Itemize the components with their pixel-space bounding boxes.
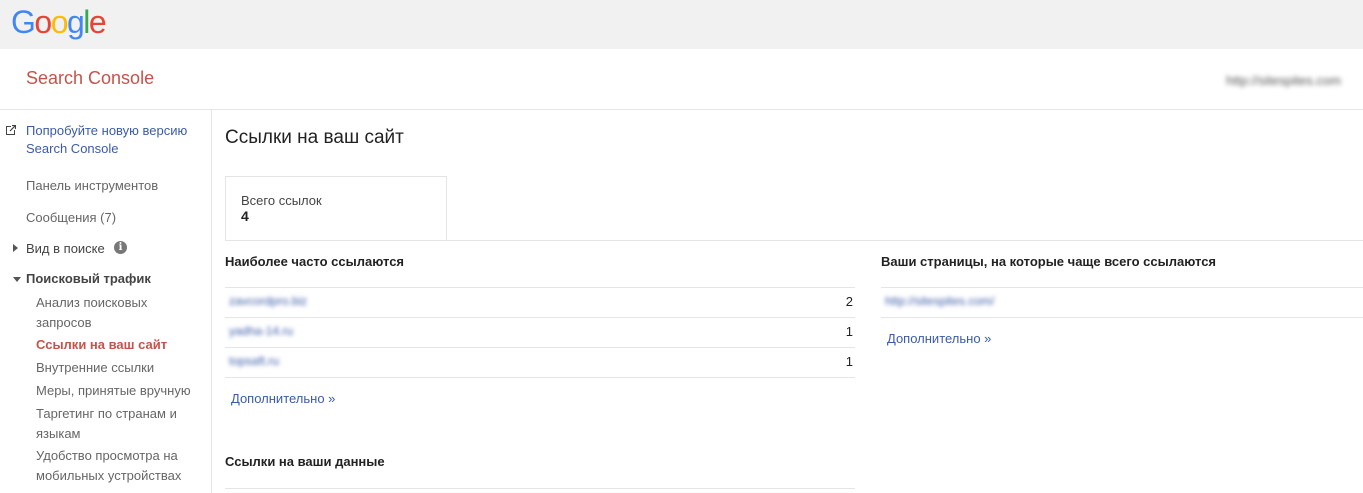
- app-bar: Search Console http://sitespites.com: [0, 49, 1363, 110]
- sidebar-subitem-mobile-usability[interactable]: Удобство просмотра на мобильных устройст…: [36, 446, 206, 486]
- sidebar-item-search-traffic[interactable]: Поисковый трафик: [26, 271, 151, 286]
- try-new-version-link[interactable]: Попробуйте новую версию Search Console: [26, 122, 206, 158]
- expand-down-icon[interactable]: [13, 277, 21, 282]
- linking-domain-link[interactable]: yadha-14.ru: [229, 324, 293, 338]
- page-title: Ссылки на ваш сайт: [225, 127, 404, 148]
- data-links-title: Ссылки на ваши данные: [225, 454, 385, 469]
- sidebar-item-messages[interactable]: Сообщения (7): [26, 210, 116, 225]
- logo-letter: g: [66, 4, 85, 40]
- divider: [225, 488, 855, 489]
- total-links-value: 4: [241, 208, 249, 224]
- total-links-label: Всего ссылок: [241, 193, 322, 208]
- info-icon[interactable]: i: [114, 241, 127, 254]
- main-content: Ссылки на ваш сайт Всего ссылок 4 Наибол…: [213, 110, 1363, 493]
- site-selector[interactable]: http://sitespites.com: [1226, 73, 1341, 88]
- sidebar-subitem-internal-links[interactable]: Внутренние ссылки: [36, 358, 206, 378]
- sidebar: Попробуйте новую версию Search Console П…: [0, 110, 212, 493]
- logo-letter: e: [88, 4, 107, 40]
- sidebar-item-search-appearance[interactable]: Вид в поиске: [26, 241, 105, 256]
- logo-letter: o: [50, 4, 69, 40]
- link-count: 1: [845, 324, 853, 339]
- table-row: zavcordpro.biz 2: [227, 287, 855, 317]
- expand-right-icon[interactable]: [13, 244, 18, 252]
- linked-page-link[interactable]: http://sitespites.com/: [885, 294, 994, 308]
- external-link-icon: [6, 125, 16, 135]
- table-row: yadha-14.ru 1: [227, 317, 855, 347]
- app-title[interactable]: Search Console: [26, 68, 154, 89]
- link-count: 1: [845, 354, 853, 369]
- total-links-card: Всего ссылок 4: [225, 176, 447, 241]
- divider: [881, 317, 1363, 318]
- logo-letter: o: [34, 4, 52, 40]
- linking-domain-link[interactable]: zavcordpro.biz: [229, 294, 307, 308]
- sidebar-subitem-links-to-site[interactable]: Ссылки на ваш сайт: [36, 335, 206, 355]
- link-count: 2: [845, 294, 853, 309]
- table-row: topsaft.ru 1: [227, 347, 855, 377]
- google-logo[interactable]: Google: [11, 3, 107, 41]
- sidebar-subitem-manual-actions[interactable]: Меры, принятые вручную: [36, 381, 206, 401]
- sidebar-subitem-international-targeting[interactable]: Таргетинг по странам и языкам: [36, 404, 206, 444]
- top-bar: Google: [0, 0, 1363, 49]
- table-row: http://sitespites.com/: [883, 287, 1363, 317]
- linked-pages-title: Ваши страницы, на которые чаще всего ссы…: [881, 254, 1217, 269]
- linked-pages-more-link[interactable]: Дополнительно »: [887, 331, 991, 346]
- most-linking-title: Наиболее часто ссылаются: [225, 254, 405, 269]
- sidebar-item-dashboard[interactable]: Панель инструментов: [26, 178, 158, 193]
- most-linking-more-link[interactable]: Дополнительно »: [231, 391, 335, 406]
- linking-domain-link[interactable]: topsaft.ru: [229, 354, 279, 368]
- divider: [225, 240, 1363, 241]
- logo-letter: G: [11, 4, 36, 40]
- divider: [225, 377, 855, 378]
- sidebar-subitem-search-analytics[interactable]: Анализ поисковых запросов: [36, 293, 206, 333]
